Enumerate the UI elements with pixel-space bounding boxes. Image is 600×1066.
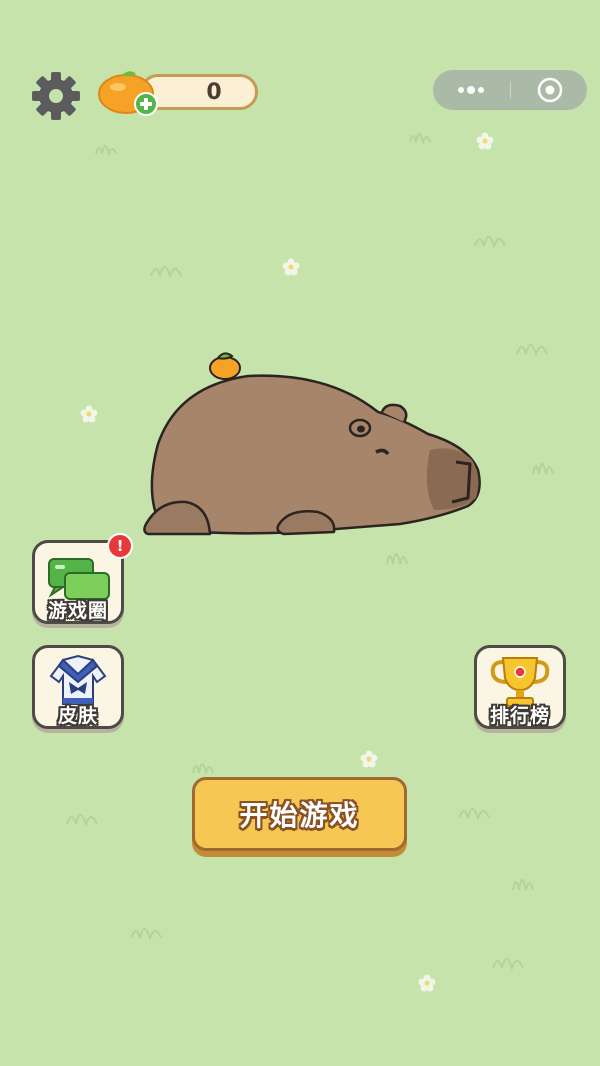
capybara-character — [143, 352, 481, 536]
grass-tuft-icon — [492, 958, 524, 970]
notification-badge: ! — [107, 533, 133, 559]
grass-tuft-icon — [95, 145, 117, 156]
flower-icon — [360, 750, 378, 768]
skins-button[interactable]: 皮肤 — [32, 645, 124, 729]
start-game-label: 开始游戏 — [239, 799, 360, 832]
grass-tuft-icon — [192, 763, 214, 774]
grass-tuft-icon — [130, 928, 162, 940]
grass-tuft-icon — [532, 463, 554, 475]
grass-tuft-icon — [512, 879, 534, 891]
flower-icon — [80, 405, 98, 423]
leaderboard-label: 排行榜 — [489, 705, 550, 727]
game-circle-label: 游戏圈 — [47, 600, 108, 622]
grass-tuft-icon — [409, 133, 431, 144]
grass-tuft-icon — [386, 553, 408, 565]
orange-plus-icon — [98, 71, 158, 116]
skins-label: 皮肤 — [57, 705, 98, 727]
more-dots-icon — [458, 86, 484, 94]
miniprogram-capsule — [433, 70, 587, 110]
close-miniprogram-button[interactable] — [511, 70, 587, 110]
target-close-icon — [537, 77, 563, 103]
grass-tuft-icon — [516, 344, 548, 356]
flower-icon — [282, 258, 300, 276]
flower-icon — [418, 974, 436, 992]
leaderboard-button[interactable]: 排行榜 — [474, 645, 566, 729]
flower-icon — [476, 132, 494, 150]
start-game-button[interactable]: 开始游戏 — [192, 777, 407, 851]
grass-tuft-icon — [474, 236, 506, 248]
grass-tuft-icon — [150, 266, 182, 278]
game-circle-button[interactable]: ! 游戏圈 — [32, 533, 133, 624]
gear-icon — [32, 72, 80, 120]
settings-button[interactable] — [28, 68, 84, 124]
more-menu-button[interactable] — [433, 70, 510, 110]
grass-tuft-icon — [458, 808, 490, 820]
grass-tuft-icon — [66, 814, 98, 826]
currency-value: 0 — [206, 79, 222, 105]
add-currency-button[interactable] — [96, 66, 164, 118]
